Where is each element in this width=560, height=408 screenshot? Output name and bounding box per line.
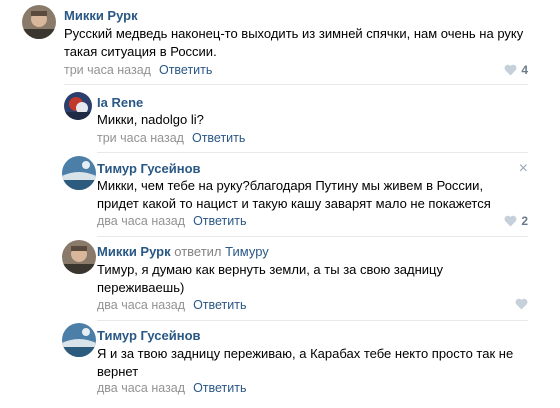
replied-to: ответил Тимуру	[174, 244, 269, 259]
reply-button[interactable]: Ответить	[192, 131, 245, 145]
like-button[interactable]	[515, 298, 528, 310]
comment-author[interactable]: Тимур Гусейнов	[97, 161, 201, 176]
separator	[97, 236, 528, 237]
avatar[interactable]	[62, 240, 96, 274]
comment-time[interactable]: два часа назад	[97, 298, 185, 312]
heart-icon	[504, 215, 517, 227]
separator	[64, 84, 528, 85]
comment-text: Микки, nadolgo li?	[97, 112, 204, 127]
like-count: 2	[521, 214, 528, 228]
like-button[interactable]: 4	[504, 63, 528, 77]
close-icon[interactable]: ×	[519, 161, 528, 177]
like-button[interactable]: 2	[504, 214, 528, 228]
comment-time[interactable]: три часа назад	[97, 131, 184, 145]
comment-meta: три часа назад Ответить	[64, 63, 212, 77]
replied-name[interactable]: Тимуру	[225, 244, 269, 259]
reply-button[interactable]: Ответить	[193, 214, 246, 228]
comment-text: Микки, чем тебе на руку?благодаря Путину…	[97, 178, 491, 211]
reply-button[interactable]: Ответить	[193, 381, 246, 395]
comment-time[interactable]: три часа назад	[64, 63, 151, 77]
comment-author[interactable]: Микки Рурк	[64, 8, 138, 23]
comment-meta: два часа назад Ответить	[97, 298, 247, 312]
avatar[interactable]	[22, 5, 56, 39]
separator	[97, 320, 528, 321]
comment-meta: два часа назад Ответить	[97, 214, 247, 228]
comment-text: Тимур, я думаю как вернуть земли, а ты з…	[97, 262, 444, 295]
heart-icon	[504, 64, 517, 76]
avatar[interactable]	[64, 92, 92, 120]
comment-author[interactable]: Ia Rene	[97, 95, 143, 110]
comment-author[interactable]: Микки Рурк ответил Тимуру	[97, 244, 269, 259]
comment-text: Я и за твою задницу переживаю, а Карабах…	[97, 346, 514, 379]
replied-verb: ответил	[174, 244, 222, 259]
comment-text: Русский медведь наконец-то выходить из з…	[64, 26, 524, 59]
comment-meta: два часа назад Ответить	[97, 381, 247, 395]
avatar[interactable]	[62, 323, 96, 357]
author-name[interactable]: Микки Рурк	[97, 244, 171, 259]
comment-time[interactable]: два часа назад	[97, 381, 185, 395]
heart-icon	[515, 298, 528, 310]
comment-time[interactable]: два часа назад	[97, 214, 185, 228]
separator	[97, 152, 528, 153]
reply-button[interactable]: Ответить	[159, 63, 212, 77]
avatar[interactable]	[62, 156, 96, 190]
reply-button[interactable]: Ответить	[193, 298, 246, 312]
like-count: 4	[521, 63, 528, 77]
comment-author[interactable]: Тимур Гусейнов	[97, 328, 201, 343]
comment-meta: три часа назад Ответить	[97, 131, 245, 145]
